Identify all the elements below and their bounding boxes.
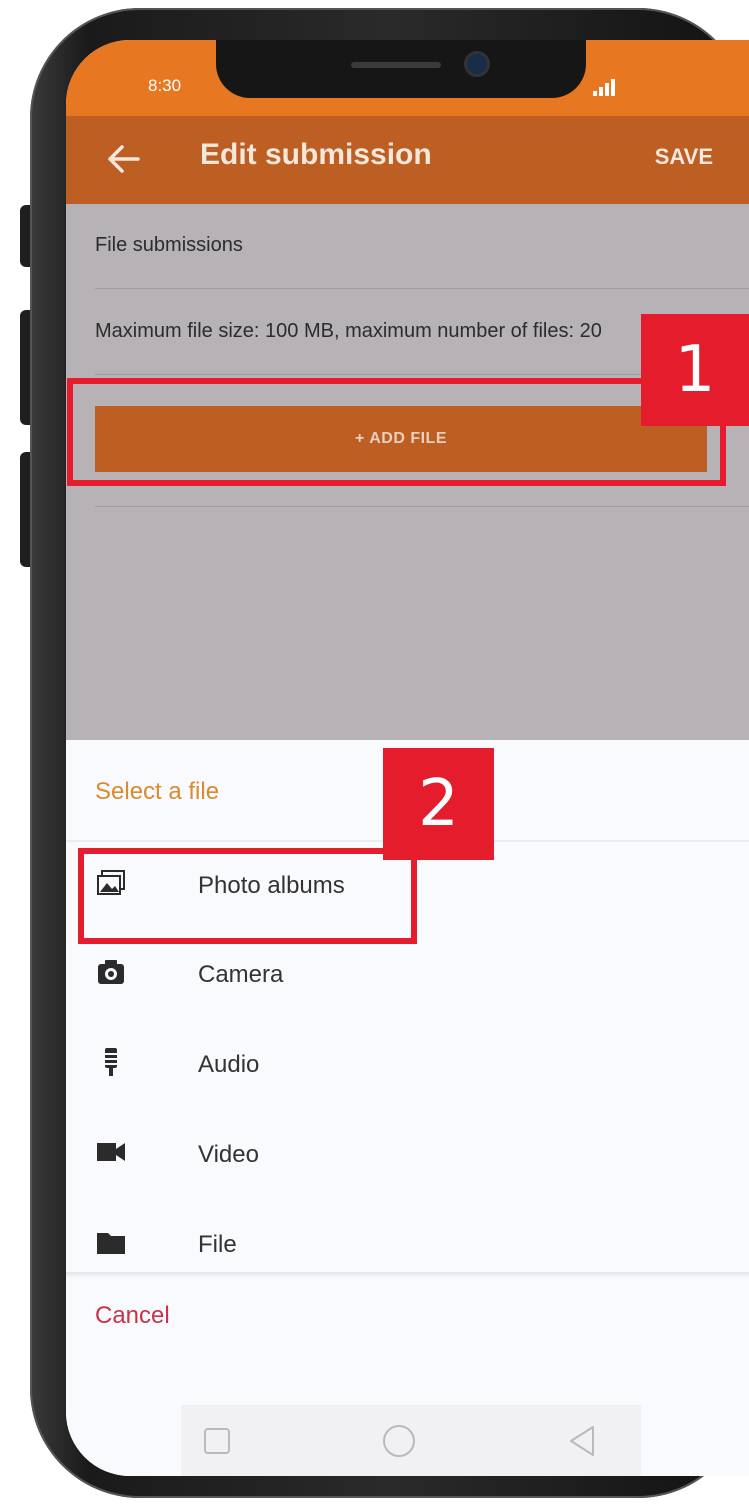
speaker-grille (351, 62, 441, 68)
sheet-title: Select a file (95, 778, 220, 805)
arrow-left-icon[interactable] (106, 144, 140, 174)
callout-1-highlight (67, 378, 726, 486)
front-camera (464, 51, 490, 77)
option-audio[interactable]: Audio (66, 1025, 749, 1105)
folder-icon (97, 1233, 125, 1254)
save-button[interactable]: SAVE (655, 144, 713, 170)
page-title: Edit submission (200, 138, 432, 171)
option-video[interactable]: Video (66, 1115, 749, 1195)
system-nav-bar (181, 1405, 641, 1476)
callout-1-number: 1 (641, 314, 749, 426)
app-bar: Edit submission SAVE (66, 116, 749, 204)
divider (95, 506, 749, 507)
option-label: Camera (198, 961, 284, 988)
section-label: File submissions (95, 234, 243, 256)
home-icon[interactable] (382, 1424, 416, 1458)
option-label: Video (198, 1141, 259, 1168)
option-label: File (198, 1231, 237, 1258)
signal-icon (593, 79, 619, 96)
status-bar: 8:30 (66, 40, 749, 116)
option-label: Audio (198, 1051, 260, 1078)
recent-apps-icon[interactable] (203, 1427, 231, 1455)
callout-2-highlight (78, 848, 417, 944)
microphone-icon (105, 1048, 117, 1076)
video-camera-icon (97, 1143, 125, 1161)
divider (95, 288, 749, 289)
cancel-button[interactable]: Cancel (95, 1302, 170, 1330)
status-time: 8:30 (148, 76, 182, 95)
stage: 8:30 Edit submission SAVE File submissio… (0, 0, 749, 1505)
option-camera[interactable]: Camera (66, 935, 749, 1015)
camera-icon (98, 960, 124, 984)
callout-2-number: 2 (383, 748, 494, 860)
file-limits-text: Maximum file size: 100 MB, maximum numbe… (95, 320, 602, 342)
phone-notch (216, 40, 586, 98)
back-nav-icon[interactable] (567, 1424, 597, 1458)
sheet-separator (66, 1272, 749, 1278)
